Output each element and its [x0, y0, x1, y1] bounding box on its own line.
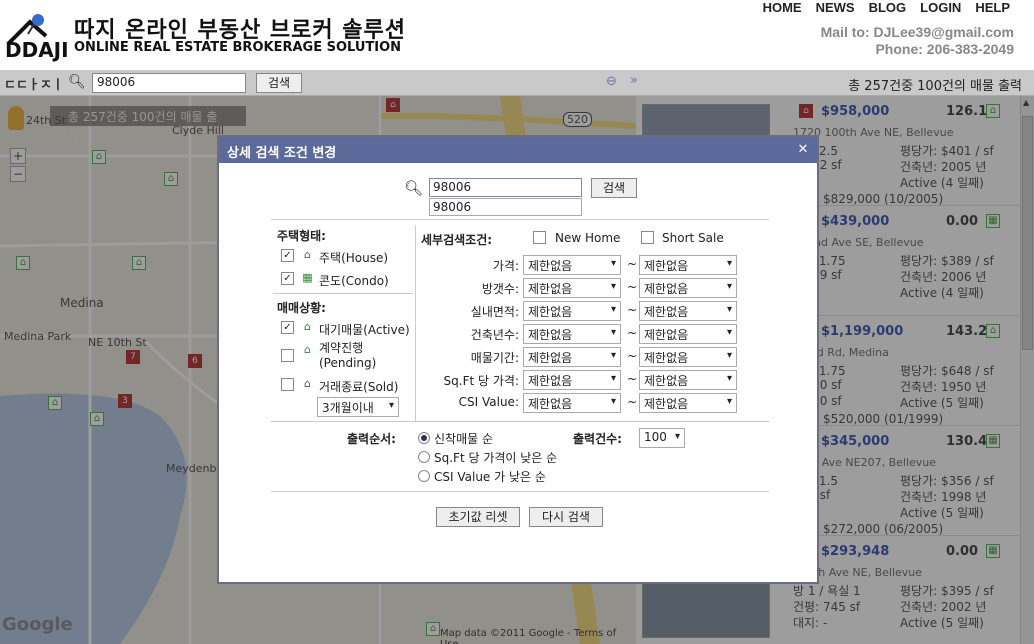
range-tilde: ~	[627, 303, 638, 317]
filter-year-label: 건축년수:	[470, 328, 519, 342]
order-label: 출력순서:	[347, 432, 396, 446]
dialog-search-button[interactable]: 검색	[591, 178, 637, 198]
order-csi-radio[interactable]	[418, 470, 430, 482]
dialog-search-input[interactable]: 98006	[429, 178, 582, 197]
filter-year-min[interactable]: 제한없음	[523, 324, 621, 344]
nav-login[interactable]: LOGIN	[920, 0, 961, 15]
order-newest-label: 신착매물 순	[434, 432, 494, 446]
nav-blog[interactable]: BLOG	[869, 0, 907, 15]
filter-area-max[interactable]: 제한없음	[639, 301, 737, 321]
filter-period-label: 매물기간:	[470, 351, 519, 365]
range-tilde: ~	[627, 280, 638, 294]
close-icon[interactable]: ✕	[795, 142, 811, 158]
sold-house-icon: ⌂	[304, 377, 311, 390]
nav-home[interactable]: HOME	[763, 0, 802, 15]
filter-rooms-min[interactable]: 제한없음	[523, 278, 621, 298]
order-csi-label: CSI Value 가 낮은 순	[434, 470, 546, 484]
filter-csi-label: CSI Value:	[458, 395, 519, 409]
expand-panel-icon[interactable]: »	[630, 73, 646, 93]
order-newest-radio[interactable]	[418, 432, 430, 444]
filter-period-min[interactable]: 제한없음	[523, 347, 621, 367]
filter-ppsf-label: Sq.Ft 당 가격:	[443, 374, 519, 388]
active-checkbox[interactable]: ✓	[281, 321, 294, 334]
filter-ppsf-min[interactable]: 제한없음	[523, 370, 621, 390]
sale-status-label: 매매상황:	[277, 301, 326, 315]
new-home-checkbox[interactable]	[533, 231, 546, 244]
detail-conditions-label: 세부검색조건:	[421, 233, 493, 247]
brand-logo-text: DDAJI	[5, 38, 69, 62]
filter-price-min[interactable]: 제한없음	[523, 255, 621, 275]
site-header: 따지 온라인 부동산 브로커 솔루션 DDAJI ONLINE REAL EST…	[0, 0, 1034, 70]
toolbar-search-input[interactable]: 98006	[92, 73, 246, 93]
condo-checkbox[interactable]: ✓	[281, 272, 294, 285]
status-pending: 계약진행(Pending)	[319, 341, 377, 370]
active-house-icon: ⌂	[304, 320, 311, 333]
nav-help[interactable]: HELP	[975, 0, 1010, 15]
house-type-label: 주택형태:	[277, 229, 326, 243]
reset-button[interactable]: 초기값 리셋	[436, 507, 520, 527]
range-tilde: ~	[627, 257, 638, 271]
pending-house-icon: ⌂	[304, 343, 311, 356]
filter-ppsf-max[interactable]: 제한없음	[639, 370, 737, 390]
search-icon: 🔍︎	[404, 179, 424, 197]
sold-period-select[interactable]: 3개월이내	[317, 397, 399, 417]
divider	[271, 421, 769, 422]
research-button[interactable]: 다시 검색	[529, 507, 603, 527]
order-ppsf-label: Sq.Ft 당 가격이 낮은 순	[434, 451, 558, 465]
status-sold: 거래종료(Sold)	[319, 380, 399, 394]
contact-phone: Phone: 206-383-2049	[875, 41, 1014, 57]
result-count: 총 257건중 100건의 매물 출력	[848, 79, 1022, 94]
toolbar-search-button[interactable]: 검색	[256, 73, 302, 93]
toolbar-brand: ㄷㄷㅏㅈㅣ	[4, 78, 64, 93]
range-tilde: ~	[627, 326, 638, 340]
brand-subtitle: ONLINE REAL ESTATE BROKERAGE SOLUTION	[74, 40, 402, 55]
range-tilde: ~	[627, 349, 638, 363]
house-icon: ⌂	[304, 248, 311, 261]
filter-rooms-max[interactable]: 제한없음	[639, 278, 737, 298]
contact-mail[interactable]: Mail to: DJLee39@gmail.com	[821, 24, 1014, 41]
filter-area-label: 실내면적:	[470, 305, 519, 319]
condo-icon: ▦	[302, 271, 313, 284]
nav-news[interactable]: NEWS	[816, 0, 855, 15]
house-checkbox[interactable]: ✓	[281, 249, 294, 262]
contact-info: Mail to: DJLee39@gmail.com Phone: 206-38…	[821, 24, 1014, 58]
advanced-search-dialog: 상세 검색 조건 변경 ✕ 🔍︎ 98006 검색 98006 주택형태: ✓ …	[217, 135, 819, 584]
house-type-condo: 콘도(Condo)	[319, 274, 389, 288]
dialog-body: 🔍︎ 98006 검색 98006 주택형태: ✓ ⌂ 주택(House) ✓ …	[219, 163, 817, 582]
top-nav: HOME NEWS BLOG LOGIN HELP	[763, 0, 1010, 15]
pending-checkbox[interactable]	[281, 349, 294, 362]
link-icon[interactable]: ⊖	[606, 74, 617, 89]
count-label: 출력건수:	[573, 432, 622, 446]
new-home-label: New Home	[555, 231, 621, 245]
sold-checkbox[interactable]	[281, 378, 294, 391]
status-active: 대기매물(Active)	[319, 323, 410, 337]
range-tilde: ~	[627, 372, 638, 386]
divider	[415, 225, 416, 421]
order-ppsf-radio[interactable]	[418, 451, 430, 463]
divider	[271, 219, 769, 220]
filter-rooms-label: 방갯수:	[481, 282, 519, 296]
range-tilde: ~	[627, 395, 638, 409]
dialog-title: 상세 검색 조건 변경	[219, 137, 817, 163]
filter-csi-max[interactable]: 제한없음	[639, 393, 737, 413]
short-sale-checkbox[interactable]	[641, 231, 654, 244]
short-sale-label: Short Sale	[662, 231, 724, 245]
divider	[271, 491, 769, 492]
search-icon: 🔍︎	[68, 74, 86, 90]
filter-price-label: 가격:	[492, 259, 519, 273]
count-select[interactable]: 100	[639, 428, 685, 448]
filter-year-max[interactable]: 제한없음	[639, 324, 737, 344]
filter-area-min[interactable]: 제한없음	[523, 301, 621, 321]
search-toolbar: ㄷㄷㅏㅈㅣ 🔍︎ 98006 검색 ⊖ » 총 257건중 100건의 매물 출…	[0, 70, 1034, 96]
filter-period-max[interactable]: 제한없음	[639, 347, 737, 367]
divider	[273, 293, 413, 294]
filter-price-max[interactable]: 제한없음	[639, 255, 737, 275]
autocomplete-suggestion[interactable]: 98006	[429, 198, 582, 216]
house-type-house: 주택(House)	[319, 251, 389, 265]
filter-csi-min[interactable]: 제한없음	[523, 393, 621, 413]
